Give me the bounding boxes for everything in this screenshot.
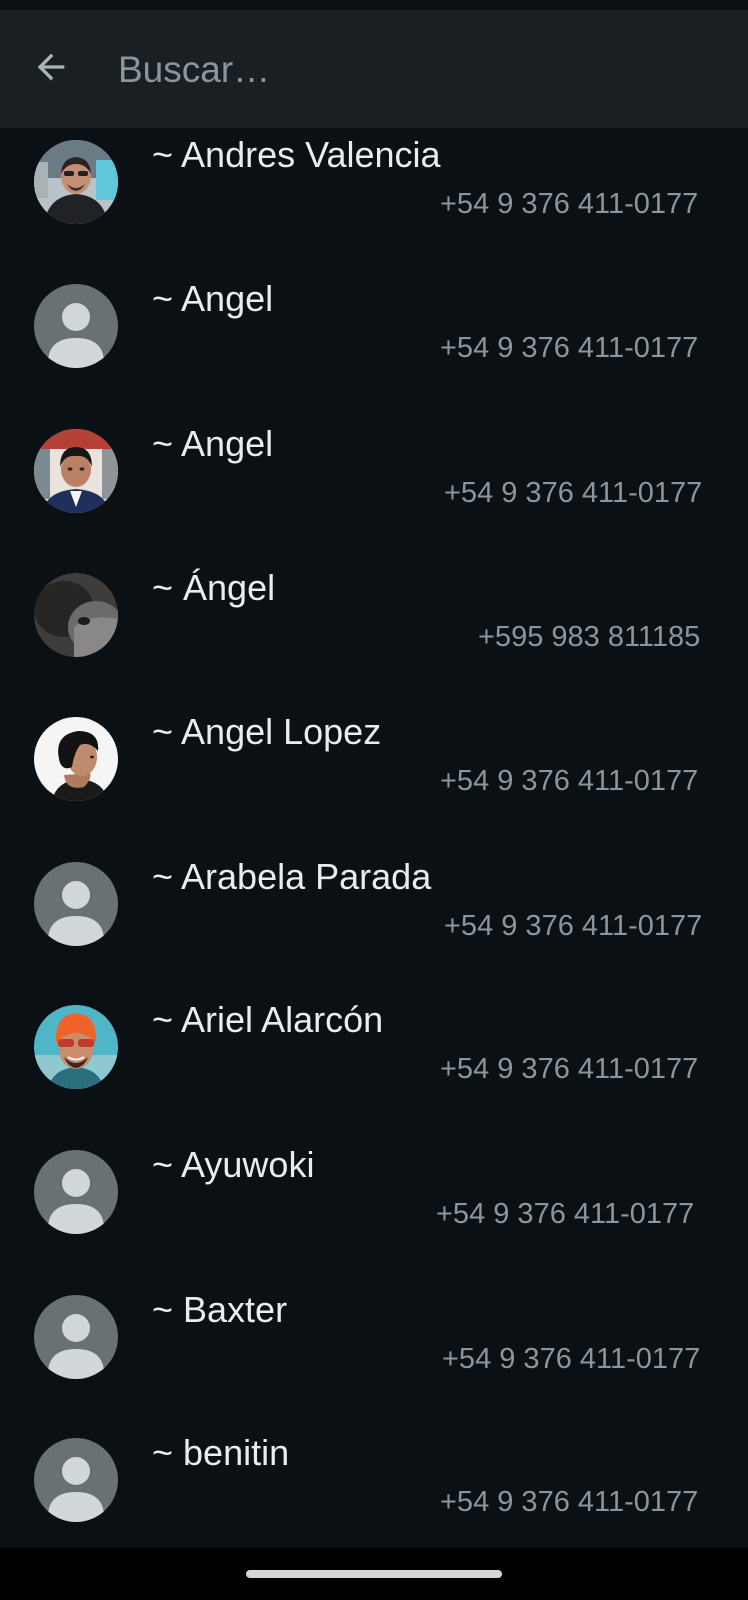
contact-phone: +54 9 376 411-0177 (440, 1486, 699, 1518)
contact-name: ~ Baxter (152, 1289, 288, 1330)
contact-row[interactable]: ~ Baxter +54 9 376 411-0177 (0, 1283, 748, 1427)
contact-row[interactable]: ~ Angel +54 9 376 411-0177 (0, 417, 748, 561)
contact-name: ~ Angel Lopez (152, 711, 382, 752)
contact-name: ~ Ángel (152, 567, 276, 608)
contact-avatar (34, 1150, 118, 1234)
contact-phone: +595 983 811185 (478, 621, 701, 653)
contact-name: ~ benitin (152, 1432, 290, 1473)
contact-avatar (34, 1005, 118, 1089)
default-avatar-icon (34, 862, 118, 946)
contact-row[interactable]: ~ benitin +54 9 376 411-0177 (0, 1426, 748, 1548)
contact-avatar (34, 429, 118, 513)
contact-avatar (34, 1295, 118, 1379)
contact-row[interactable]: ~ Angel +54 9 376 411-0177 (0, 272, 748, 416)
contact-name: ~ Ariel Alarcón (152, 999, 384, 1040)
search-input[interactable] (118, 46, 718, 94)
contact-phone: +54 9 376 411-0177 (444, 910, 703, 942)
navigation-bar (0, 1548, 748, 1600)
search-toolbar (0, 10, 748, 128)
contact-row[interactable]: ~ Ariel Alarcón +54 9 376 411-0177 (0, 993, 748, 1137)
contact-avatar (34, 573, 118, 657)
default-avatar-icon (34, 284, 118, 368)
contact-phone: +54 9 376 411-0177 (440, 332, 699, 364)
contact-avatar (34, 717, 118, 801)
home-indicator[interactable] (246, 1570, 502, 1578)
contact-avatar (34, 140, 118, 224)
status-bar (0, 0, 748, 10)
contact-phone: +54 9 376 411-0177 (442, 1343, 701, 1375)
default-avatar-icon (34, 1295, 118, 1379)
default-avatar-icon (34, 1150, 118, 1234)
contact-name: ~ Arabela Parada (152, 856, 432, 897)
contact-row[interactable]: ~ Andres Valencia +54 9 376 411-0177 (0, 128, 748, 272)
contact-phone: +54 9 376 411-0177 (444, 477, 703, 509)
contact-avatar (34, 1438, 118, 1522)
arrow-left-icon (31, 47, 71, 92)
contact-phone: +54 9 376 411-0177 (440, 1053, 699, 1085)
contact-name: ~ Andres Valencia (152, 134, 441, 175)
contact-list: ~ Andres Valencia +54 9 376 411-0177 ~ A… (0, 128, 748, 1548)
back-button[interactable] (24, 42, 78, 96)
contact-phone: +54 9 376 411-0177 (436, 1198, 695, 1230)
contact-row[interactable]: ~ Ayuwoki +54 9 376 411-0177 (0, 1138, 748, 1282)
contact-avatar (34, 284, 118, 368)
contact-avatar (34, 862, 118, 946)
contact-phone: +54 9 376 411-0177 (440, 188, 699, 220)
contact-name: ~ Angel (152, 278, 274, 319)
contact-row[interactable]: ~ Arabela Parada +54 9 376 411-0177 (0, 850, 748, 994)
contact-name: ~ Ayuwoki (152, 1144, 315, 1185)
contact-row[interactable]: ~ Angel Lopez +54 9 376 411-0177 (0, 705, 748, 849)
contact-name: ~ Angel (152, 423, 274, 464)
default-avatar-icon (34, 1438, 118, 1522)
contact-row[interactable]: ~ Ángel +595 983 811185 (0, 561, 748, 705)
contact-phone: +54 9 376 411-0177 (440, 765, 699, 797)
